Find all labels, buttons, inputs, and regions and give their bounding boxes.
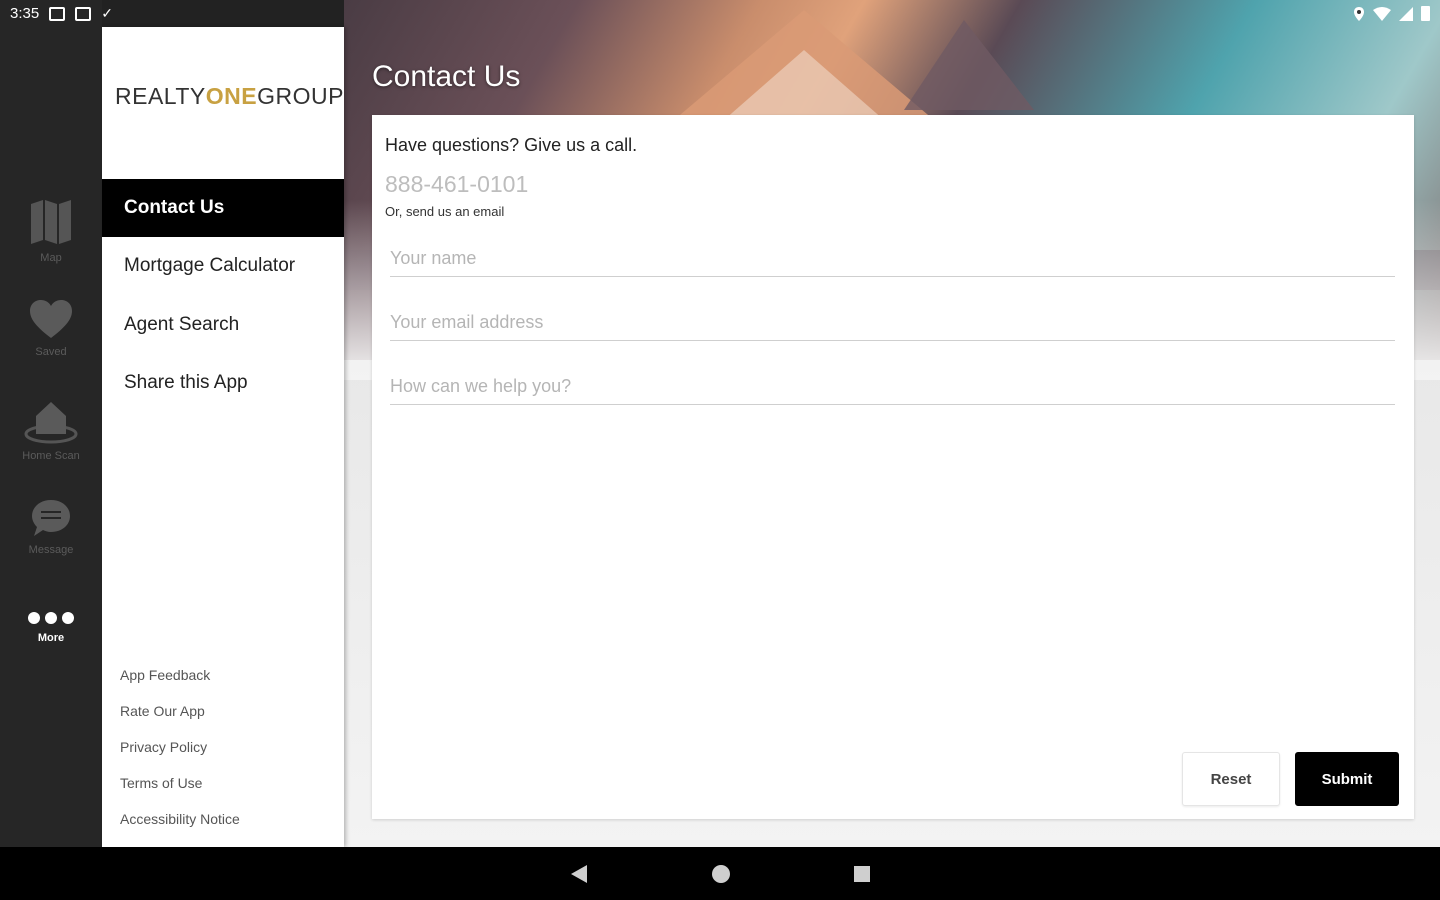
submit-button[interactable]: Submit — [1295, 752, 1399, 806]
main-content: Contact Us Have questions? Give us a cal… — [344, 0, 1440, 847]
tab-more[interactable]: More — [0, 610, 102, 644]
phone-link[interactable]: 888-461-0101 — [385, 171, 528, 198]
link-accessibility-notice[interactable]: Accessibility Notice — [120, 811, 240, 827]
app-root: Map Saved Home Scan Message More Contact… — [0, 0, 1440, 900]
contact-form-card: Have questions? Give us a call. 888-461-… — [372, 115, 1414, 819]
logo-text-group: GROUP — [257, 83, 344, 109]
recents-icon[interactable] — [853, 865, 871, 883]
home-scan-icon — [24, 402, 78, 444]
map-icon — [31, 200, 71, 244]
menu-item-share-app[interactable]: Share this App — [102, 354, 344, 412]
tab-map[interactable]: Map — [0, 198, 102, 264]
link-rate-app[interactable]: Rate Our App — [120, 703, 205, 719]
reset-button[interactable]: Reset — [1182, 752, 1280, 806]
bottom-tab-bar: Map Saved Home Scan Message More — [0, 0, 102, 847]
check-notification-icon: ✓ — [101, 5, 113, 21]
chat-bubble-icon — [32, 500, 70, 536]
side-drawer: REALTYONEGROUP Contact Us Mortgage Calcu… — [102, 27, 344, 847]
message-input[interactable] — [390, 369, 1395, 405]
location-icon — [1354, 6, 1364, 21]
name-input[interactable] — [390, 241, 1395, 277]
status-bar: 3:35 ✓ — [0, 0, 1440, 27]
tab-label: Map — [40, 252, 62, 264]
page-title: Contact Us — [372, 60, 521, 93]
heart-icon — [30, 300, 72, 338]
tab-label: Message — [28, 544, 74, 556]
tab-saved[interactable]: Saved — [0, 298, 102, 358]
more-dots-icon — [28, 612, 74, 624]
email-prompt: Or, send us an email — [385, 204, 505, 219]
menu-item-agent-search[interactable]: Agent Search — [102, 296, 344, 354]
menu-item-mortgage-calculator[interactable]: Mortgage Calculator — [102, 237, 344, 295]
signal-icon — [1399, 6, 1413, 21]
brand-logo: REALTYONEGROUP — [115, 83, 344, 110]
tab-label: Home Scan — [22, 450, 80, 462]
call-prompt: Have questions? Give us a call. — [385, 135, 638, 155]
app-notification-icon — [75, 6, 92, 21]
menu-item-contact-us[interactable]: Contact Us — [102, 179, 344, 237]
link-app-feedback[interactable]: App Feedback — [120, 667, 210, 683]
back-icon[interactable] — [569, 864, 589, 884]
logo-text-one: ONE — [205, 83, 258, 109]
status-time: 3:35 — [10, 5, 40, 22]
email-input[interactable] — [390, 305, 1395, 341]
battery-icon — [1421, 6, 1430, 21]
tab-label: Saved — [35, 346, 67, 358]
gallery-notification-icon — [49, 6, 66, 21]
tab-home-scan[interactable]: Home Scan — [0, 398, 102, 462]
tab-message[interactable]: Message — [0, 498, 102, 556]
wifi-icon — [1373, 6, 1391, 21]
logo-text-realty: REALTY — [115, 83, 206, 109]
link-privacy-policy[interactable]: Privacy Policy — [120, 739, 207, 755]
tab-label: More — [37, 632, 65, 644]
link-terms-of-use[interactable]: Terms of Use — [120, 775, 202, 791]
system-nav-bar — [0, 847, 1440, 900]
home-icon[interactable] — [711, 864, 731, 884]
